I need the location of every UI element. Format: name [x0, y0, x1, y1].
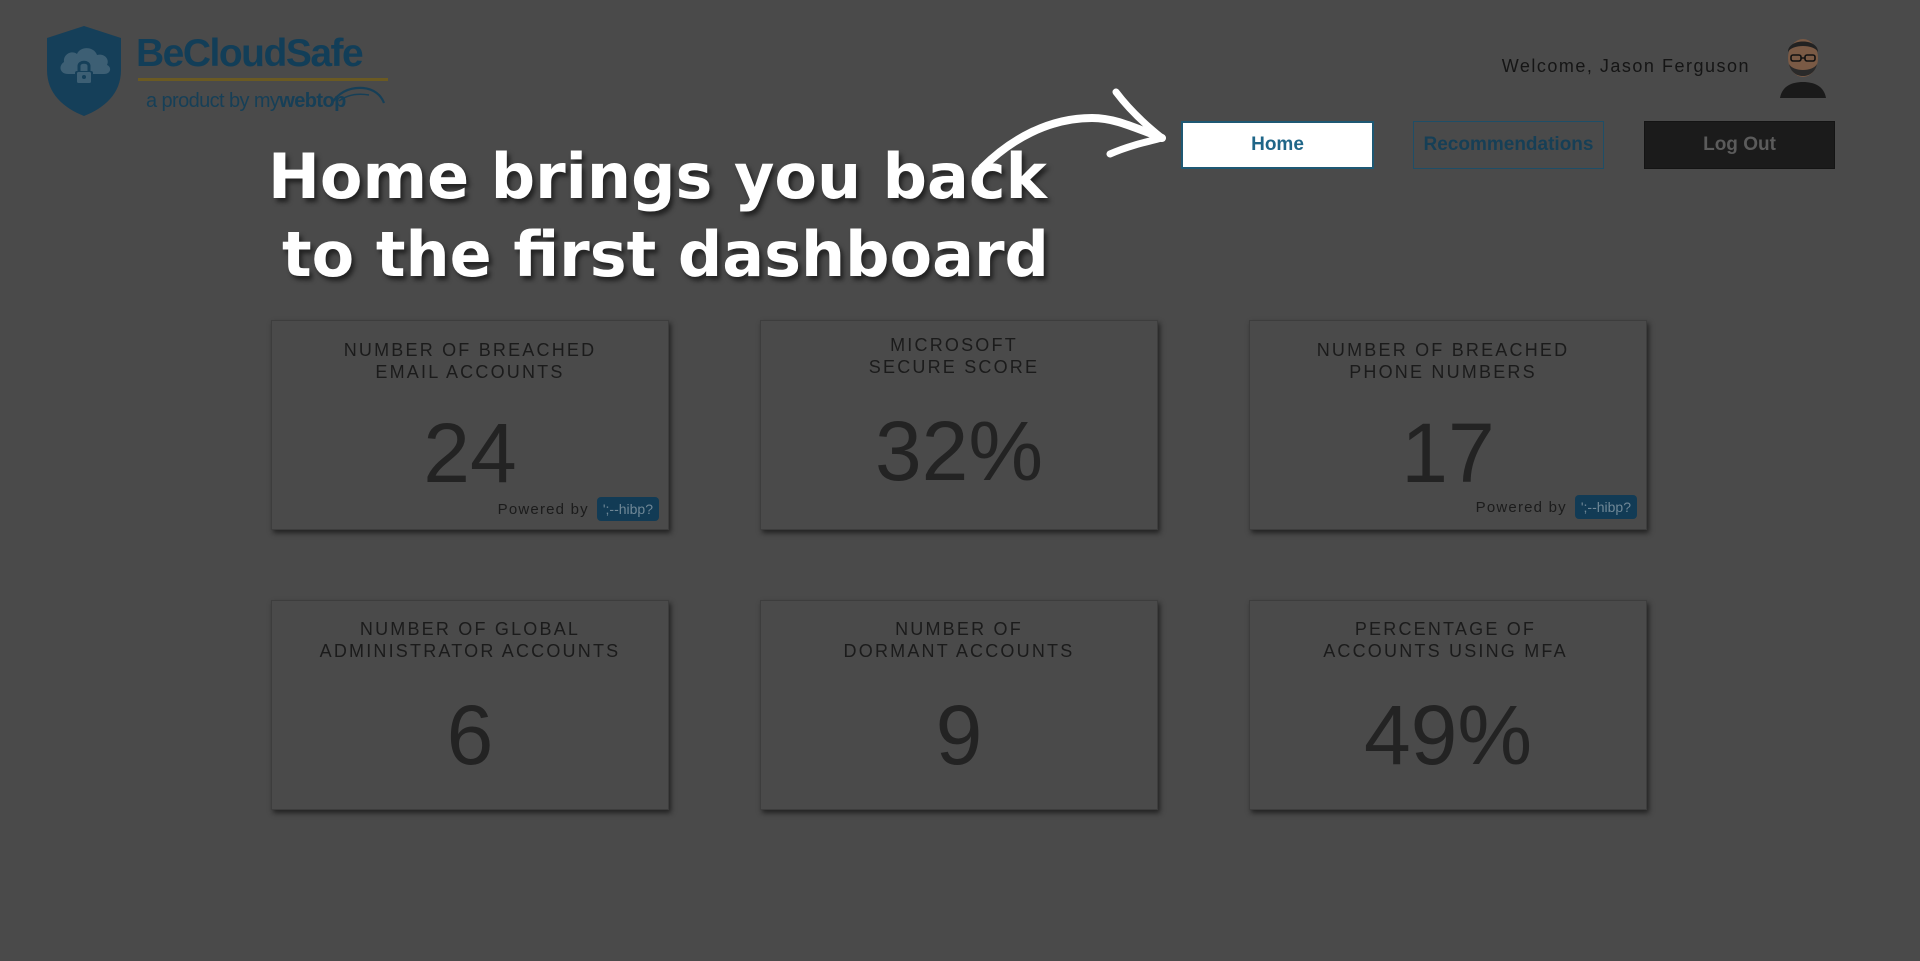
card-title-line: PHONE NUMBERS: [1349, 362, 1537, 382]
card-value: 6: [446, 688, 494, 782]
webtop-car-icon: [330, 86, 386, 106]
card-title: PERCENTAGE OF ACCOUNTS USING MFA: [1245, 618, 1646, 662]
recommendations-button[interactable]: Recommendations: [1413, 121, 1604, 169]
card-title-line: EMAIL ACCOUNTS: [375, 362, 565, 382]
card-title: NUMBER OF GLOBAL ADMINISTRATOR ACCOUNTS: [272, 618, 668, 662]
becloudsafe-logo[interactable]: BeCloudSafe a product by mywebtop: [44, 24, 388, 124]
hibp-badge[interactable]: ';--hibp?: [596, 497, 659, 521]
card-title-line: NUMBER OF BREACHED: [343, 340, 597, 360]
card-value: 9: [935, 688, 983, 782]
logo-subtitle-my: my: [253, 90, 280, 112]
annotation-line-1: Home brings you back: [268, 140, 1047, 213]
welcome-text: Welcome, Jason Ferguson: [1501, 56, 1750, 76]
card-title: NUMBER OF DORMANT ACCOUNTS: [761, 618, 1157, 662]
powered-by: Powered by ';--hibp?: [1476, 495, 1637, 519]
card-title-line: NUMBER OF GLOBAL: [359, 619, 581, 639]
logout-button[interactable]: Log Out: [1644, 121, 1835, 169]
card-title-line: NUMBER OF BREACHED: [1316, 340, 1570, 360]
card-title-line: NUMBER OF: [895, 619, 1023, 639]
powered-by-label: Powered by: [497, 500, 589, 518]
dormant-accounts-card[interactable]: NUMBER OF DORMANT ACCOUNTS 9: [760, 600, 1158, 810]
breached-phone-card[interactable]: NUMBER OF BREACHED PHONE NUMBERS 17 Powe…: [1249, 320, 1647, 530]
card-title: MICROSOFT SECURE SCORE: [751, 334, 1157, 378]
card-title-line: MICROSOFT: [890, 335, 1018, 355]
annotation-arrow-icon: [978, 88, 1166, 172]
shield-cloud-lock-icon: [47, 26, 121, 116]
annotation-line-2: to the first dashboard: [282, 218, 1049, 291]
mfa-percentage-card[interactable]: PERCENTAGE OF ACCOUNTS USING MFA 49%: [1249, 600, 1647, 810]
secure-score-card[interactable]: MICROSOFT SECURE SCORE 32%: [760, 320, 1158, 530]
card-value: 32%: [874, 404, 1044, 498]
powered-by-label: Powered by: [1475, 498, 1567, 516]
logo-subtitle: a product by mywebtop: [146, 90, 346, 113]
user-avatar-icon[interactable]: [1772, 30, 1834, 98]
breached-email-card[interactable]: NUMBER OF BREACHED EMAIL ACCOUNTS 24 Pow…: [271, 320, 669, 530]
annotation-callout: Home brings you back to the first dashbo…: [268, 138, 1049, 294]
global-admin-card[interactable]: NUMBER OF GLOBAL ADMINISTRATOR ACCOUNTS …: [271, 600, 669, 810]
card-value: 49%: [1363, 688, 1533, 782]
logo-divider: [138, 78, 388, 81]
logo-subtitle-prefix: a product by: [146, 90, 254, 112]
home-button[interactable]: Home: [1181, 121, 1374, 169]
hibp-badge[interactable]: ';--hibp?: [1574, 495, 1637, 519]
powered-by: Powered by ';--hibp?: [498, 497, 659, 521]
logo-brand-name: BeCloudSafe: [136, 32, 364, 75]
card-title-line: ADMINISTRATOR ACCOUNTS: [319, 641, 621, 661]
card-title-line: ACCOUNTS USING MFA: [1323, 641, 1568, 661]
card-title-line: DORMANT ACCOUNTS: [843, 641, 1075, 661]
card-value: 24: [423, 406, 517, 500]
card-value: 17: [1401, 406, 1495, 500]
card-title: NUMBER OF BREACHED PHONE NUMBERS: [1240, 339, 1646, 383]
card-title-line: PERCENTAGE OF: [1354, 619, 1537, 639]
card-title-line: SECURE SCORE: [868, 357, 1040, 377]
card-title: NUMBER OF BREACHED EMAIL ACCOUNTS: [272, 339, 668, 383]
